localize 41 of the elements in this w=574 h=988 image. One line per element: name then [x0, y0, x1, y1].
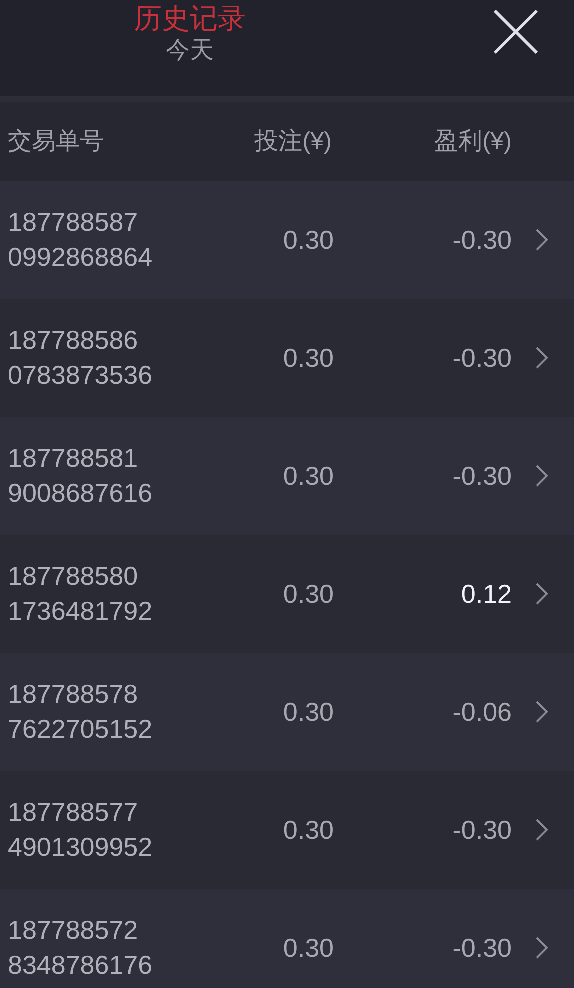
profit-amount: -0.30	[452, 460, 512, 490]
page-title: 历史记录	[134, 2, 246, 36]
history-row[interactable]: 187788587 0992868864 0.30 -0.30	[0, 181, 574, 299]
order-number: 187788572 8348786176	[8, 914, 154, 982]
bet-amount: 0.30	[283, 932, 334, 962]
order-number: 187788586 0783873536	[8, 324, 154, 392]
chevron-right-icon	[536, 465, 548, 487]
bet-amount: 0.30	[283, 814, 334, 844]
history-row[interactable]: 187788577 4901309952 0.30 -0.30	[0, 771, 574, 889]
profit-amount: 0.12	[461, 578, 512, 608]
bet-amount: 0.30	[283, 696, 334, 726]
chevron-right-icon	[536, 937, 548, 959]
order-number: 187788580 1736481792	[8, 560, 154, 628]
order-number: 187788581 9008687616	[8, 442, 154, 510]
history-row[interactable]: 187788572 8348786176 0.30 -0.30	[0, 889, 574, 988]
profit-amount: -0.06	[452, 696, 512, 726]
chevron-right-icon	[536, 229, 548, 251]
history-row[interactable]: 187788580 1736481792 0.30 0.12	[0, 535, 574, 653]
chevron-right-icon	[536, 347, 548, 369]
bet-amount: 0.30	[283, 224, 334, 254]
order-number: 187788587 0992868864	[8, 206, 154, 274]
bet-amount: 0.30	[283, 460, 334, 490]
chevron-right-icon	[536, 701, 548, 723]
profit-amount: -0.30	[452, 342, 512, 372]
profit-amount: -0.30	[452, 932, 512, 962]
order-number: 187788577 4901309952	[8, 796, 154, 864]
chevron-right-icon	[536, 583, 548, 605]
order-number: 187788578 7622705152	[8, 678, 154, 746]
bet-amount: 0.30	[283, 578, 334, 608]
close-icon[interactable]	[494, 10, 538, 54]
bet-amount: 0.30	[283, 342, 334, 372]
history-row[interactable]: 187788578 7622705152 0.30 -0.06	[0, 653, 574, 771]
profit-amount: -0.30	[452, 224, 512, 254]
history-row[interactable]: 187788586 0783873536 0.30 -0.30	[0, 299, 574, 417]
column-header: 投注(¥)	[254, 128, 332, 154]
chevron-right-icon	[536, 819, 548, 841]
column-header: 交易单号	[8, 128, 104, 154]
column-header: 盈利(¥)	[434, 128, 512, 154]
date-filter[interactable]: 今天	[166, 36, 214, 66]
history-row[interactable]: 187788581 9008687616 0.30 -0.30	[0, 417, 574, 535]
profit-amount: -0.30	[452, 814, 512, 844]
